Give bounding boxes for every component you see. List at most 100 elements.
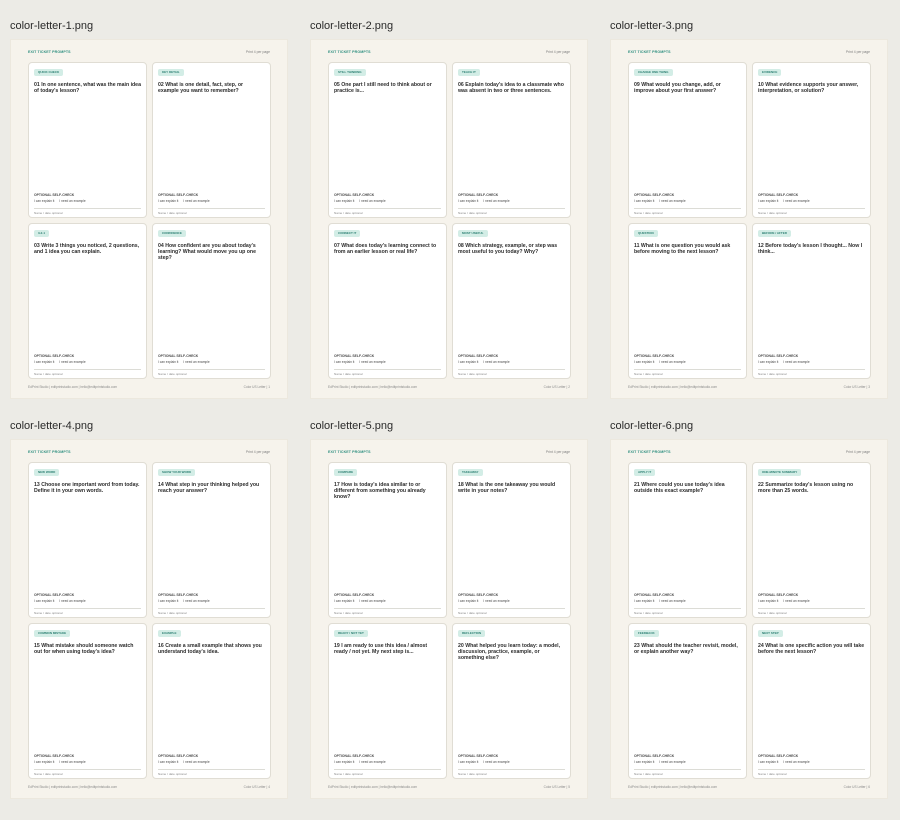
name-date-line: Name / date optional bbox=[334, 372, 363, 376]
exit-ticket-card: COMMON MISTAKE 15 What mistake should som… bbox=[28, 623, 147, 779]
divider bbox=[458, 369, 565, 370]
letter-page-preview: EXIT TICKET PROMPTS Print 4 per page CHANG… bbox=[610, 39, 888, 399]
self-check-option: I need an example bbox=[183, 760, 210, 764]
self-check-label: OPTIONAL SELF-CHECK bbox=[34, 754, 75, 758]
name-date-line: Name / date optional bbox=[458, 611, 487, 615]
self-check-label: OPTIONAL SELF-CHECK bbox=[458, 754, 499, 758]
self-check-options: I can explain it I need an example bbox=[634, 360, 686, 364]
self-check-options: I can explain it I need an example bbox=[34, 599, 86, 603]
self-check-label: OPTIONAL SELF-CHECK bbox=[34, 593, 75, 597]
footer-credits: EdPrint Studio | editprintstudio.com | h… bbox=[328, 385, 418, 389]
self-check-option: I need an example bbox=[659, 360, 686, 364]
name-date-line: Name / date optional bbox=[758, 372, 787, 376]
name-date-line: Name / date optional bbox=[34, 211, 63, 215]
card-tag: EXAMPLE bbox=[158, 630, 181, 637]
card-prompt: 10 What evidence supports your answer, i… bbox=[758, 82, 859, 95]
name-date-line: Name / date optional bbox=[158, 611, 187, 615]
card-tag: READY / NOT YET bbox=[334, 630, 368, 637]
self-check-option: I can explain it bbox=[634, 360, 655, 364]
self-check-option: I can explain it bbox=[634, 760, 655, 764]
self-check-option: I can explain it bbox=[334, 599, 355, 603]
footer-page-label: Color US Letter | 6 bbox=[843, 785, 870, 789]
card-prompt: 06 Explain today's idea to a classmate w… bbox=[458, 82, 564, 95]
page-header: EXIT TICKET PROMPTS Print 4 per page bbox=[28, 50, 270, 58]
card-prompt: 13 Choose one important word from today.… bbox=[34, 482, 140, 495]
page-header: EXIT TICKET PROMPTS Print 4 per page bbox=[28, 450, 270, 458]
page-thumbnail[interactable]: color-letter-2.png EXIT TICKET PROMPTS Pri… bbox=[310, 20, 590, 399]
thumbnail-filename[interactable]: color-letter-6.png bbox=[610, 419, 890, 439]
card-tag: NEW WORD bbox=[34, 469, 60, 476]
thumbnail-filename[interactable]: color-letter-3.png bbox=[610, 19, 890, 39]
name-date-line: Name / date optional bbox=[758, 611, 787, 615]
thumbnail-filename[interactable]: color-letter-2.png bbox=[310, 19, 590, 39]
self-check-options: I can explain it I need an example bbox=[758, 360, 810, 364]
self-check-option: I need an example bbox=[659, 760, 686, 764]
page-thumbnail[interactable]: color-letter-6.png EXIT TICKET PROMPTS Pri… bbox=[610, 420, 890, 799]
footer-page-label: Color US Letter | 5 bbox=[543, 785, 570, 789]
name-date-line: Name / date optional bbox=[758, 211, 787, 215]
self-check-option: I need an example bbox=[59, 599, 86, 603]
divider bbox=[458, 208, 565, 209]
thumbnail-filename[interactable]: color-letter-5.png bbox=[310, 419, 590, 439]
header-print-note: Print 4 per page bbox=[845, 50, 870, 54]
thumbnail-filename[interactable]: color-letter-1.png bbox=[10, 19, 290, 39]
card-tag: CHANGE ONE THING bbox=[634, 69, 673, 76]
exit-ticket-card: CONNECT IT 07 What does today's learning … bbox=[328, 223, 447, 379]
card-tag: 3-2-1 bbox=[34, 230, 50, 237]
self-check-option: I can explain it bbox=[334, 360, 355, 364]
page-header: EXIT TICKET PROMPTS Print 4 per page bbox=[628, 50, 870, 58]
page-thumbnail[interactable]: color-letter-1.png EXIT TICKET PROMPTS Pri… bbox=[10, 20, 290, 399]
card-tag: MOST USEFUL bbox=[458, 230, 488, 237]
exit-ticket-card: SHOW YOUR WORK 14 What step in your think… bbox=[152, 462, 271, 618]
card-tag: SHOW YOUR WORK bbox=[158, 469, 196, 476]
footer-page-label: Color US Letter | 1 bbox=[243, 385, 270, 389]
self-check-options: I can explain it I need an example bbox=[758, 760, 810, 764]
name-date-line: Name / date optional bbox=[634, 211, 663, 215]
card-prompt: 16 Create a small example that shows you… bbox=[158, 643, 262, 656]
header-print-note: Print 4 per page bbox=[545, 450, 570, 454]
card-tag: CONFIDENCE bbox=[158, 230, 186, 237]
exit-ticket-card: NEW WORD 13 Choose one important word fro… bbox=[28, 462, 147, 618]
footer-credits: EdPrint Studio | editprintstudio.com | h… bbox=[28, 385, 118, 389]
divider bbox=[334, 369, 441, 370]
thumbnail-filename[interactable]: color-letter-4.png bbox=[10, 419, 290, 439]
page-thumbnail[interactable]: color-letter-5.png EXIT TICKET PROMPTS Pri… bbox=[310, 420, 590, 799]
self-check-option: I can explain it bbox=[634, 599, 655, 603]
self-check-label: OPTIONAL SELF-CHECK bbox=[158, 354, 199, 358]
card-prompt: 19 I am ready to use this idea / almost … bbox=[334, 643, 428, 656]
header-print-note: Print 4 per page bbox=[845, 450, 870, 454]
page-thumbnail[interactable]: color-letter-3.png EXIT TICKET PROMPTS Pri… bbox=[610, 20, 890, 399]
self-check-label: OPTIONAL SELF-CHECK bbox=[634, 354, 675, 358]
self-check-label: OPTIONAL SELF-CHECK bbox=[334, 354, 375, 358]
card-tag: FEEDBACK bbox=[634, 630, 659, 637]
header-title: EXIT TICKET PROMPTS bbox=[28, 50, 71, 54]
self-check-option: I need an example bbox=[359, 599, 386, 603]
page-footer: EdPrint Studio | editprintstudio.com | h… bbox=[28, 785, 270, 791]
self-check-option: I need an example bbox=[483, 760, 510, 764]
exit-ticket-card: COMPARE 17 How is today's idea similar to… bbox=[328, 462, 447, 618]
self-check-options: I can explain it I need an example bbox=[634, 760, 686, 764]
divider bbox=[158, 769, 265, 770]
name-date-line: Name / date optional bbox=[458, 772, 487, 776]
self-check-option: I can explain it bbox=[758, 360, 779, 364]
card-prompt: 03 Write 3 things you noticed, 2 questio… bbox=[34, 243, 140, 256]
divider bbox=[634, 369, 741, 370]
exit-ticket-card: EVIDENCE 10 What evidence supports your a… bbox=[752, 62, 871, 218]
name-date-line: Name / date optional bbox=[334, 772, 363, 776]
footer-credits: EdPrint Studio | editprintstudio.com | h… bbox=[28, 785, 118, 789]
name-date-line: Name / date optional bbox=[458, 372, 487, 376]
divider bbox=[758, 608, 865, 609]
card-tag: KEY DETAIL bbox=[158, 69, 184, 76]
self-check-option: I need an example bbox=[59, 360, 86, 364]
page-thumbnail[interactable]: color-letter-4.png EXIT TICKET PROMPTS Pri… bbox=[10, 420, 290, 799]
card-prompt: 05 One part I still need to think about … bbox=[334, 82, 432, 95]
header-title: EXIT TICKET PROMPTS bbox=[328, 450, 371, 454]
page-header: EXIT TICKET PROMPTS Print 4 per page bbox=[628, 450, 870, 458]
self-check-option: I need an example bbox=[659, 199, 686, 203]
self-check-option: I can explain it bbox=[634, 199, 655, 203]
self-check-label: OPTIONAL SELF-CHECK bbox=[458, 593, 499, 597]
self-check-options: I can explain it I need an example bbox=[458, 360, 510, 364]
footer-credits: EdPrint Studio | editprintstudio.com | h… bbox=[628, 385, 718, 389]
name-date-line: Name / date optional bbox=[634, 772, 663, 776]
footer-credits: EdPrint Studio | editprintstudio.com | h… bbox=[328, 785, 418, 789]
